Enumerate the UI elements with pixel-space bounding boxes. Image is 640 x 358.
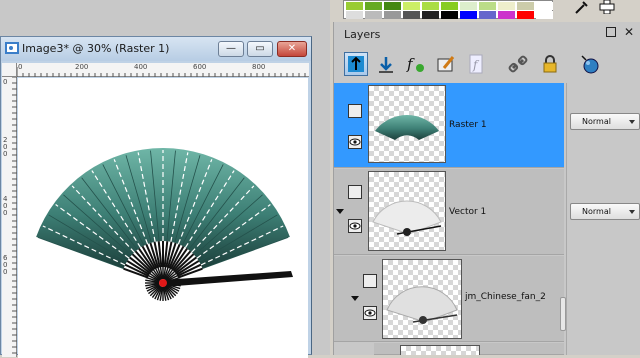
color-swatch[interactable] <box>536 11 553 19</box>
color-swatch[interactable] <box>346 2 363 10</box>
chinese-fan-image <box>36 148 293 301</box>
ruler-top-label: 600 <box>193 63 207 71</box>
blend-mode-value: Normal <box>582 207 611 216</box>
link-icon[interactable] <box>506 52 530 76</box>
color-swatch[interactable] <box>460 2 477 10</box>
ruler-left-label: 2 0 0 <box>3 136 8 158</box>
color-swatch[interactable] <box>346 11 363 19</box>
layers-panel[interactable]: Layers ✕ f f Raster 1 Vector 1 jm_Chines… <box>333 22 640 355</box>
minimize-icon: — <box>226 43 236 54</box>
layers-toolbar: f f <box>334 48 640 80</box>
maximize-icon: ▭ <box>255 43 265 54</box>
ruler-top-label: 800 <box>252 63 266 71</box>
color-swatch[interactable] <box>422 2 439 10</box>
close-icon: ✕ <box>287 43 297 54</box>
new-layer-icon[interactable]: f <box>404 52 428 76</box>
ruler-left: 0 2 0 0 4 0 0 6 0 0 <box>2 77 17 357</box>
color-swatch[interactable] <box>517 11 534 19</box>
dropdown-arrow-icon <box>629 210 635 214</box>
panel-close-icon[interactable]: ✕ <box>624 25 634 39</box>
script-icon[interactable]: f <box>464 52 488 76</box>
layer-thumbnail <box>368 85 446 163</box>
color-swatch[interactable] <box>498 11 515 19</box>
move-layer-down-icon[interactable] <box>374 52 398 76</box>
palette-icon[interactable] <box>578 52 602 76</box>
panel-menu-icon[interactable] <box>606 27 616 37</box>
color-swatch[interactable] <box>365 2 382 10</box>
layer-row-vector-1[interactable]: Vector 1 <box>334 169 564 255</box>
close-button[interactable]: ✕ <box>277 41 307 57</box>
crosshair-icon[interactable] <box>596 0 620 15</box>
layer-thumbnail <box>400 345 480 355</box>
ruler-top-label: 0 <box>18 63 23 71</box>
image-window[interactable]: Image3* @ 30% (Raster 1) — ▭ ✕ 0 200 400… <box>0 36 312 358</box>
blend-mode-column: Normal Normal <box>566 83 640 355</box>
ruler-top: 0 200 400 600 800 <box>17 63 309 77</box>
ruler-corner <box>2 63 17 77</box>
edit-icon[interactable] <box>434 52 458 76</box>
lock-icon[interactable] <box>538 52 562 76</box>
image-canvas[interactable] <box>18 78 308 358</box>
color-swatch[interactable] <box>365 11 382 19</box>
layer-type-raster-icon[interactable] <box>348 104 362 118</box>
color-swatch[interactable] <box>422 11 439 19</box>
color-swatch[interactable] <box>536 2 553 10</box>
visibility-eye-icon[interactable] <box>348 219 362 233</box>
minimize-button[interactable]: — <box>218 41 244 57</box>
visibility-eye-icon[interactable] <box>363 306 377 320</box>
color-palette[interactable] <box>343 0 553 19</box>
expand-collapse-icon[interactable] <box>351 296 359 301</box>
dropdown-arrow-icon <box>629 120 635 124</box>
color-swatch[interactable] <box>498 2 515 10</box>
svg-text:f: f <box>406 55 415 73</box>
expand-collapse-icon[interactable] <box>336 209 344 214</box>
eyedropper-icon[interactable] <box>570 0 594 14</box>
color-swatch[interactable] <box>479 11 496 19</box>
layer-name: Raster 1 <box>449 120 487 130</box>
ruler-top-label: 200 <box>75 63 89 71</box>
blend-mode-select[interactable]: Normal <box>570 203 640 220</box>
image-window-title: Image3* @ 30% (Raster 1) <box>22 42 170 55</box>
visibility-eye-icon[interactable] <box>348 135 362 149</box>
layer-row-jm-chinese-fan-2[interactable]: jm_Chinese_fan_2 <box>334 256 564 342</box>
color-swatch[interactable] <box>384 11 401 19</box>
fan-rivet <box>159 279 167 287</box>
ruler-left-label: 6 0 0 <box>3 254 8 276</box>
image-window-titlebar[interactable]: Image3* @ 30% (Raster 1) — ▭ ✕ <box>1 37 311 61</box>
maximize-button[interactable]: ▭ <box>247 41 273 57</box>
layer-row-partial[interactable] <box>374 343 564 355</box>
color-swatch[interactable] <box>403 11 420 19</box>
layer-thumbnail <box>368 171 446 251</box>
layer-name: jm_Chinese_fan_2 <box>465 292 546 302</box>
color-swatch[interactable] <box>441 11 458 19</box>
layer-row-raster-1[interactable]: Raster 1 <box>334 83 564 168</box>
color-swatch[interactable] <box>384 2 401 10</box>
layers-list[interactable]: Raster 1 Vector 1 jm_Chinese_fan_2 <box>334 83 566 355</box>
blend-mode-select[interactable]: Normal <box>570 113 640 130</box>
layer-thumbnail <box>382 259 462 339</box>
layer-name: Vector 1 <box>449 207 487 217</box>
ruler-left-label: 4 0 0 <box>3 195 8 217</box>
layer-type-group-icon[interactable] <box>363 274 377 288</box>
layer-type-vector-icon[interactable] <box>348 185 362 199</box>
color-swatch[interactable] <box>479 2 496 10</box>
move-layer-up-icon[interactable] <box>344 52 368 76</box>
image-document-icon <box>5 42 19 54</box>
layers-panel-title: Layers <box>344 28 381 41</box>
color-swatch[interactable] <box>460 11 477 19</box>
ruler-top-label: 400 <box>134 63 148 71</box>
ruler-left-label: 0 <box>3 78 8 86</box>
color-swatch[interactable] <box>403 2 420 10</box>
color-swatch[interactable] <box>441 2 458 10</box>
blend-mode-value: Normal <box>582 117 611 126</box>
color-swatch[interactable] <box>517 2 534 10</box>
